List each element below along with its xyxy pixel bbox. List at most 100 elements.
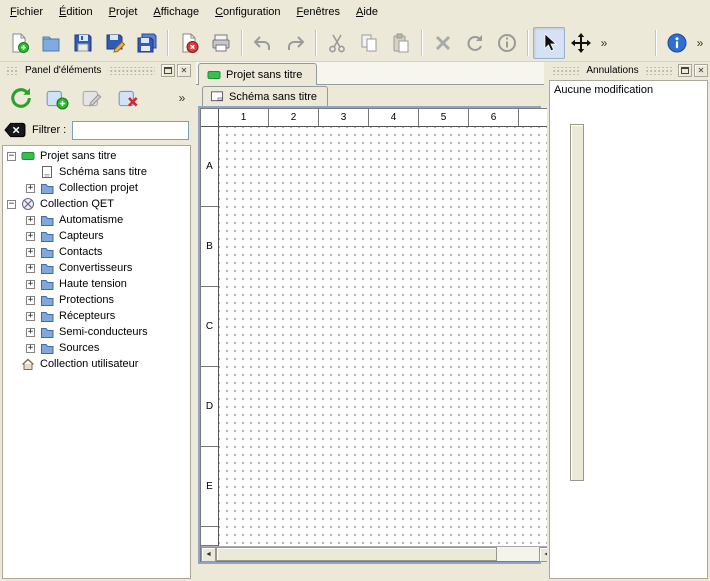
delete-icon xyxy=(432,32,454,54)
expand-expander-icon[interactable] xyxy=(26,296,35,305)
tree-item-project[interactable]: Projet sans titre xyxy=(3,148,190,164)
tree-item-semi-conducteurs[interactable]: Semi-conducteurs xyxy=(3,324,190,340)
tree-item-contacts[interactable]: Contacts xyxy=(3,244,190,260)
expand-expander-icon[interactable] xyxy=(26,248,35,257)
redo-button[interactable] xyxy=(279,27,311,59)
menu-projet[interactable]: Projet xyxy=(101,1,146,23)
save-all-button[interactable] xyxy=(131,27,163,59)
dock-float-button[interactable] xyxy=(161,64,175,77)
ruler-corner xyxy=(201,109,219,127)
tree-item-protections[interactable]: Protections xyxy=(3,292,190,308)
delete-element-icon xyxy=(117,86,141,110)
properties-button[interactable] xyxy=(491,27,523,59)
print-button[interactable] xyxy=(205,27,237,59)
menu-fichier[interactable]: Fichier xyxy=(2,1,51,23)
menu-fenetres[interactable]: Fenêtres xyxy=(289,1,348,23)
dock-float-button[interactable] xyxy=(678,64,692,77)
open-file-button[interactable] xyxy=(35,27,67,59)
expand-expander-icon[interactable] xyxy=(26,216,35,225)
dock-drag-handle[interactable] xyxy=(108,67,155,75)
tree-item-automatisme[interactable]: Automatisme xyxy=(3,212,190,228)
horizontal-scroll-thumb[interactable] xyxy=(216,547,497,561)
delete-element-button[interactable] xyxy=(112,82,146,114)
new-file-button[interactable] xyxy=(3,27,35,59)
save-all-icon xyxy=(136,32,158,54)
close-file-button[interactable] xyxy=(173,27,205,59)
dock-close-button[interactable] xyxy=(694,64,708,77)
tree-item-collection-projet[interactable]: Collection projet xyxy=(3,180,190,196)
tree-item-label: Collection QET xyxy=(40,198,114,210)
save-as-icon xyxy=(104,32,126,54)
vertical-scroll-thumb[interactable] xyxy=(570,124,584,481)
tree-item-sources[interactable]: Sources xyxy=(3,340,190,356)
tree-item-collection-utilisateur[interactable]: Collection utilisateur xyxy=(3,356,190,372)
tree-item-convertisseurs[interactable]: Convertisseurs xyxy=(3,260,190,276)
select-tool-button[interactable] xyxy=(533,27,565,59)
expand-expander-icon[interactable] xyxy=(26,184,35,193)
folder-icon xyxy=(40,293,54,307)
expand-expander-icon[interactable] xyxy=(26,232,35,241)
undo-button[interactable] xyxy=(247,27,279,59)
new-file-icon xyxy=(8,32,30,54)
scroll-left-button[interactable] xyxy=(201,547,216,562)
menu-edition[interactable]: Édition xyxy=(51,1,101,23)
paste-button[interactable] xyxy=(385,27,417,59)
scheme-view-frame: 1 2 3 4 5 6 A B C D E xyxy=(198,106,541,564)
rotate-button[interactable] xyxy=(459,27,491,59)
vertical-scrollbar[interactable] xyxy=(569,109,584,546)
expand-expander-icon[interactable] xyxy=(26,280,35,289)
save-as-button[interactable] xyxy=(99,27,131,59)
horizontal-scrollbar[interactable] xyxy=(201,546,569,561)
toolbar-overflow-button-2[interactable]: » xyxy=(693,34,707,52)
tree-item-scheme[interactable]: Schéma sans titre xyxy=(3,164,190,180)
undo-empty-text: Aucune modification xyxy=(554,84,653,96)
expand-expander-icon[interactable] xyxy=(26,264,35,273)
collapse-expander-icon[interactable] xyxy=(7,152,16,161)
tree-item-collection-qet[interactable]: Collection QET xyxy=(3,196,190,212)
horizontal-scroll-track[interactable] xyxy=(216,547,539,561)
dock-drag-handle[interactable] xyxy=(646,67,672,75)
expand-expander-icon[interactable] xyxy=(26,344,35,353)
tab-projet-sans-titre[interactable]: Projet sans titre xyxy=(198,63,317,85)
elements-panel-titlebar[interactable]: Panel d'éléments xyxy=(0,62,193,79)
tab-schema-sans-titre[interactable]: Schéma sans titre xyxy=(202,86,328,106)
vertical-scroll-track[interactable] xyxy=(570,124,584,516)
tree-item-capteurs[interactable]: Capteurs xyxy=(3,228,190,244)
collapse-expander-icon[interactable] xyxy=(7,200,16,209)
save-button[interactable] xyxy=(67,27,99,59)
dock-close-button[interactable] xyxy=(177,64,191,77)
copy-button[interactable] xyxy=(353,27,385,59)
menu-configuration[interactable]: Configuration xyxy=(207,1,288,23)
elements-toolbar-overflow-button[interactable]: » xyxy=(175,89,189,107)
expand-expander-icon[interactable] xyxy=(26,328,35,337)
redo-icon xyxy=(284,32,306,54)
project-tab-label: Projet sans titre xyxy=(226,69,302,81)
menu-aide[interactable]: Aide xyxy=(348,1,386,23)
clear-filter-icon[interactable] xyxy=(4,122,26,138)
cut-button[interactable] xyxy=(321,27,353,59)
folder-icon xyxy=(40,181,54,195)
tree-item-recepteurs[interactable]: Récepteurs xyxy=(3,308,190,324)
save-icon xyxy=(72,32,94,54)
toolbar-overflow-button[interactable]: » xyxy=(597,34,611,52)
reload-collections-button[interactable] xyxy=(4,82,38,114)
edit-element-button[interactable] xyxy=(76,82,110,114)
menu-affichage[interactable]: Affichage xyxy=(145,1,207,23)
reload-icon xyxy=(8,85,34,111)
edit-element-icon xyxy=(81,86,105,110)
filter-input[interactable] xyxy=(72,121,189,140)
sheet-icon xyxy=(40,165,54,179)
print-icon xyxy=(210,32,232,54)
new-element-button[interactable] xyxy=(40,82,74,114)
about-button[interactable] xyxy=(661,27,693,59)
undo-panel-titlebar[interactable]: Annulations xyxy=(547,62,710,79)
expand-expander-icon[interactable] xyxy=(26,312,35,321)
dock-drag-handle[interactable] xyxy=(553,67,579,75)
move-tool-button[interactable] xyxy=(565,27,597,59)
delete-button[interactable] xyxy=(427,27,459,59)
schema-canvas[interactable] xyxy=(219,127,569,546)
paste-icon xyxy=(390,32,412,54)
dock-drag-handle[interactable] xyxy=(6,67,18,75)
qet-collection-icon xyxy=(21,197,35,211)
tree-item-haute-tension[interactable]: Haute tension xyxy=(3,276,190,292)
